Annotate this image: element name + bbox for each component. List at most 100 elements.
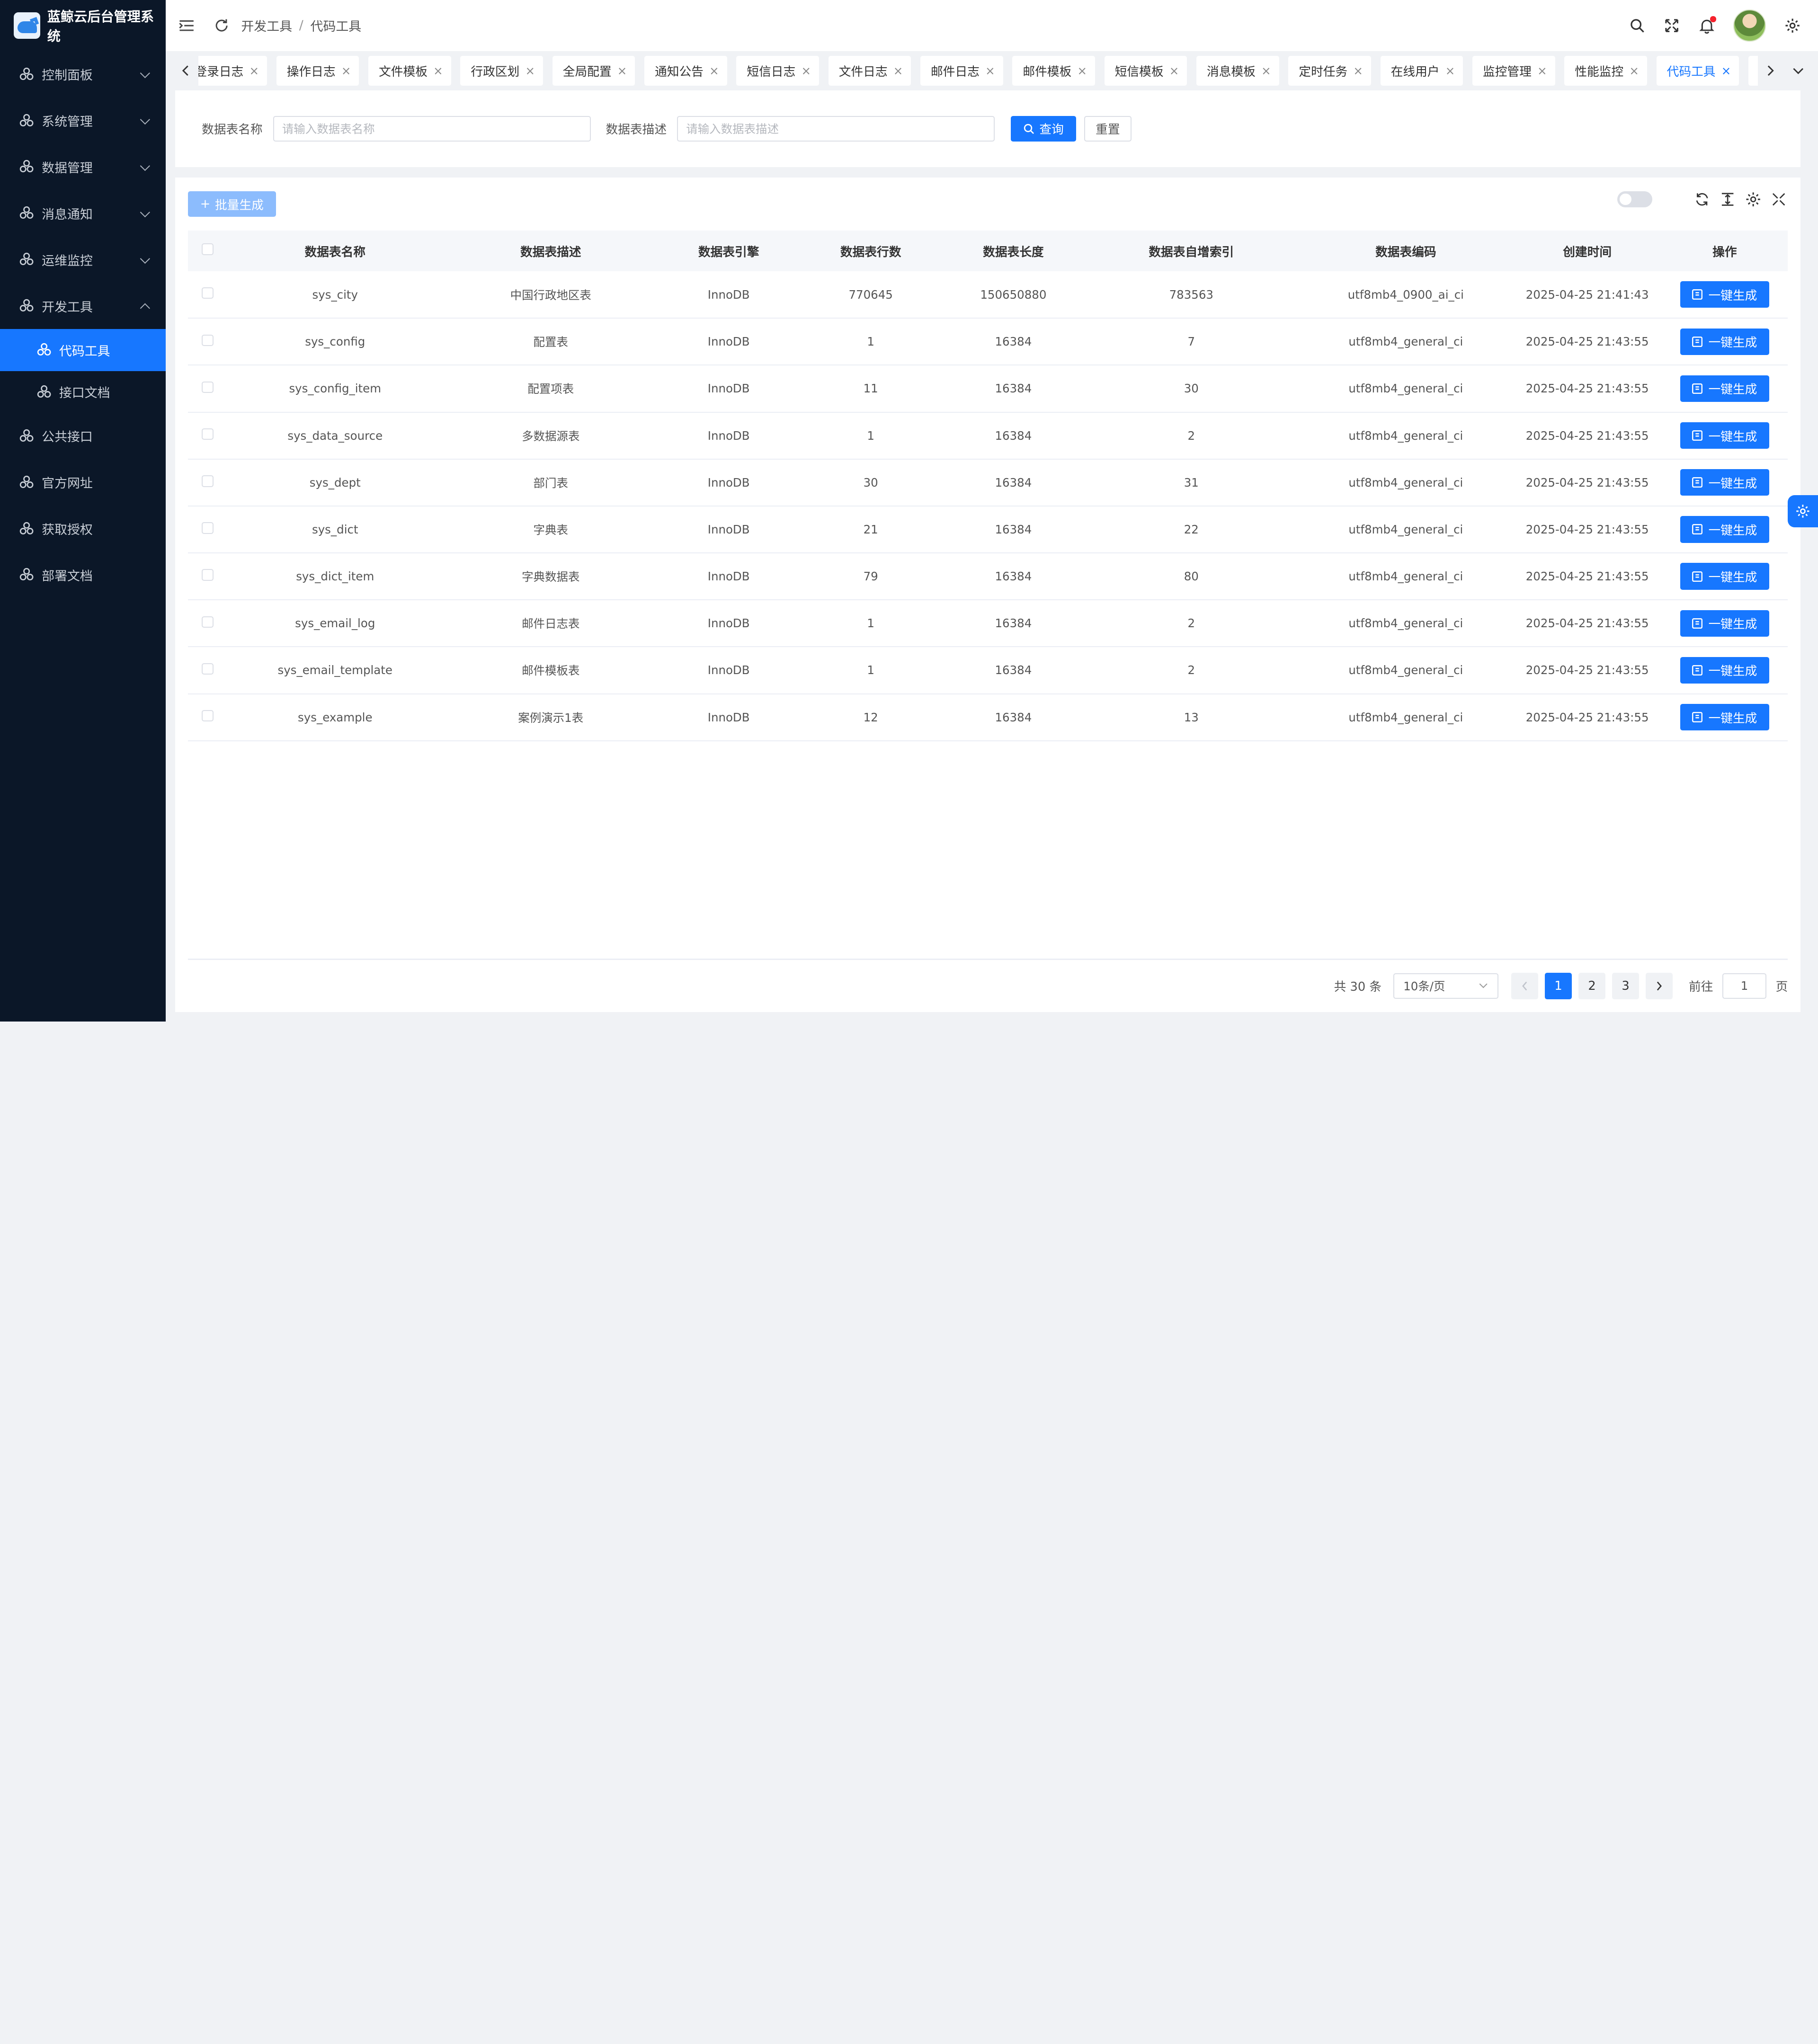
page-jump-input[interactable]: 1: [1722, 973, 1767, 999]
sidebar-item-api-docs[interactable]: 接口文档: [0, 371, 166, 413]
tab-8[interactable]: 邮件日志 ×: [920, 55, 1003, 86]
generate-button[interactable]: 一键生成: [1680, 563, 1770, 590]
row-checkbox[interactable]: [202, 428, 214, 440]
tabs-scroll-left-button[interactable]: [173, 51, 198, 90]
theme-settings-button[interactable]: [1788, 495, 1818, 528]
sidebar-item-public-api[interactable]: 公共接口: [0, 413, 166, 459]
batch-generate-button[interactable]: + 批量生成: [187, 191, 276, 217]
sidebar-item-website[interactable]: 官方网址: [0, 459, 166, 506]
tab-16[interactable]: 代码工具 ×: [1656, 55, 1739, 86]
tab-15[interactable]: 性能监控 ×: [1564, 55, 1648, 86]
tab-3[interactable]: 行政区划 ×: [460, 55, 544, 86]
row-checkbox[interactable]: [202, 569, 214, 581]
page-button-2[interactable]: 2: [1578, 972, 1605, 999]
close-icon[interactable]: ×: [525, 64, 535, 78]
tab-10[interactable]: 短信模板 ×: [1104, 55, 1187, 86]
sidebar-item-ops[interactable]: 运维监控: [0, 237, 166, 283]
column-height-icon[interactable]: [1720, 191, 1736, 207]
close-icon[interactable]: ×: [1077, 64, 1087, 78]
sidebar-item-deploy-docs[interactable]: 部署文档: [0, 552, 166, 598]
generate-button[interactable]: 一键生成: [1680, 469, 1770, 496]
sidebar-item-messages[interactable]: 消息通知: [0, 190, 166, 237]
logo[interactable]: 蓝鲸云后台管理系统: [0, 0, 166, 51]
generate-button[interactable]: 一键生成: [1680, 516, 1770, 543]
generate-button[interactable]: 一键生成: [1680, 328, 1770, 355]
tab-7[interactable]: 文件日志 ×: [828, 55, 911, 86]
page-scrollbar[interactable]: [1809, 90, 1818, 1018]
settings-button[interactable]: [1775, 8, 1809, 43]
tab-0[interactable]: 登录日志 ×: [198, 55, 267, 86]
close-icon[interactable]: ×: [893, 64, 903, 78]
close-icon[interactable]: ×: [1445, 64, 1455, 78]
close-icon[interactable]: ×: [1353, 64, 1363, 78]
tab-5[interactable]: 通知公告 ×: [644, 55, 727, 86]
tab-6[interactable]: 短信日志 ×: [736, 55, 820, 86]
generate-button[interactable]: 一键生成: [1680, 422, 1770, 449]
close-icon[interactable]: ×: [249, 64, 259, 78]
gear-icon[interactable]: [1745, 191, 1761, 207]
tab-11[interactable]: 消息模板 ×: [1196, 55, 1279, 86]
close-icon[interactable]: ×: [433, 64, 443, 78]
notification-button[interactable]: [1689, 8, 1724, 43]
tab-12[interactable]: 定时任务 ×: [1288, 55, 1372, 86]
close-icon[interactable]: ×: [985, 64, 995, 78]
page-button-1[interactable]: 1: [1545, 972, 1572, 999]
close-icon[interactable]: ×: [801, 64, 811, 78]
tab-13[interactable]: 在线用户 ×: [1380, 55, 1463, 86]
search-button[interactable]: [1620, 8, 1654, 43]
avatar[interactable]: [1733, 9, 1766, 42]
prev-page-button[interactable]: [1511, 972, 1538, 999]
fullscreen-icon[interactable]: [1771, 191, 1787, 207]
sidebar-item-data[interactable]: 数据管理: [0, 144, 166, 190]
query-button[interactable]: 查询: [1011, 116, 1076, 142]
sidebar-item-license[interactable]: 获取授权: [0, 506, 166, 552]
close-icon[interactable]: ×: [1629, 64, 1639, 78]
row-checkbox[interactable]: [202, 381, 214, 393]
row-checkbox[interactable]: [202, 522, 214, 534]
generate-button[interactable]: 一键生成: [1680, 657, 1770, 684]
refresh-icon[interactable]: [1694, 191, 1710, 207]
tabs-more-button[interactable]: [1785, 51, 1811, 90]
sidebar-item-devtools[interactable]: 开发工具: [0, 283, 166, 329]
sidebar-item-dashboard[interactable]: 控制面板: [0, 51, 166, 98]
tab-9[interactable]: 邮件模板 ×: [1012, 55, 1096, 86]
close-icon[interactable]: ×: [709, 64, 719, 78]
generate-button[interactable]: 一键生成: [1680, 375, 1770, 402]
row-checkbox[interactable]: [202, 334, 214, 347]
close-icon[interactable]: ×: [1169, 64, 1179, 78]
next-page-button[interactable]: [1646, 972, 1673, 999]
sidebar-item-system[interactable]: 系统管理: [0, 98, 166, 144]
tab-1[interactable]: 操作日志 ×: [276, 55, 359, 86]
sidebar-item-codegen[interactable]: 代码工具: [0, 329, 166, 371]
refresh-icon[interactable]: [214, 18, 230, 34]
page-size-select[interactable]: 10条/页: [1393, 973, 1499, 999]
table-name-input[interactable]: 请输入数据表名称: [273, 116, 591, 142]
close-all-tabs-button[interactable]: ×: [1748, 55, 1758, 86]
fullscreen-button[interactable]: [1655, 8, 1689, 43]
tabs-scroll-right-button[interactable]: [1758, 51, 1783, 90]
row-checkbox[interactable]: [202, 287, 214, 299]
generate-button[interactable]: 一键生成: [1680, 704, 1770, 731]
reset-button[interactable]: 重置: [1084, 116, 1132, 142]
generate-button[interactable]: 一键生成: [1680, 281, 1770, 308]
close-icon[interactable]: ×: [1537, 64, 1547, 78]
table-row: sys_city 中国行政地区表 InnoDB 770645 150650880 7835…: [187, 271, 1788, 319]
close-icon[interactable]: ×: [617, 64, 627, 78]
close-icon[interactable]: ×: [1261, 64, 1271, 78]
toggle-switch[interactable]: [1617, 191, 1652, 208]
tab-4[interactable]: 全局配置 ×: [552, 55, 635, 86]
tab-14[interactable]: 监控管理 ×: [1472, 55, 1555, 86]
generate-button[interactable]: 一键生成: [1680, 610, 1770, 637]
row-checkbox[interactable]: [202, 663, 214, 675]
table-desc-input[interactable]: 请输入数据表描述: [677, 116, 995, 142]
close-icon[interactable]: ×: [1721, 64, 1731, 78]
breadcrumb-item[interactable]: 开发工具: [241, 16, 292, 35]
close-icon[interactable]: ×: [341, 64, 351, 78]
row-checkbox[interactable]: [202, 475, 214, 487]
tab-2[interactable]: 文件模板 ×: [368, 55, 451, 86]
page-button-3[interactable]: 3: [1612, 972, 1639, 999]
row-checkbox[interactable]: [202, 616, 214, 628]
menu-fold-icon[interactable]: [178, 18, 195, 34]
select-all-checkbox[interactable]: [202, 243, 214, 255]
row-checkbox[interactable]: [202, 710, 214, 722]
